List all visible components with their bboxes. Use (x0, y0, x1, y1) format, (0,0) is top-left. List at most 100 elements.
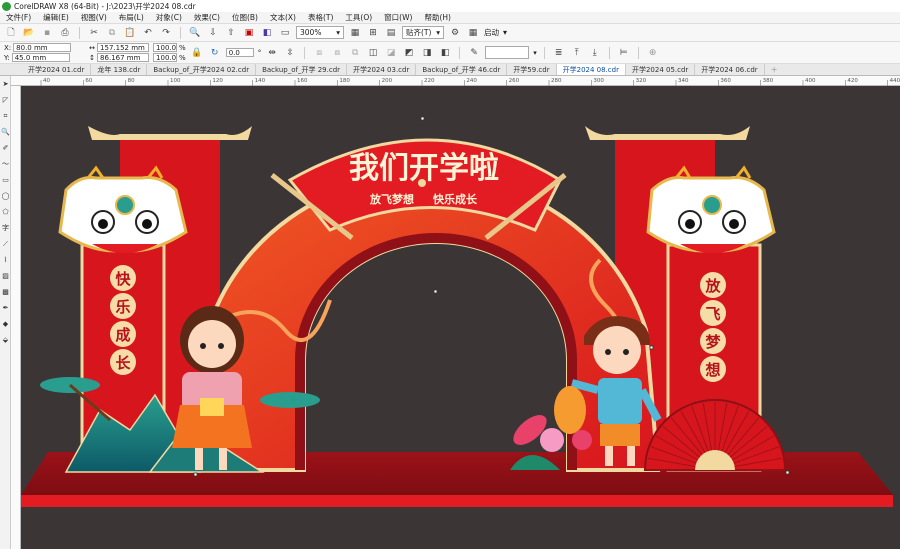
copy-icon[interactable]: ⧉ (105, 26, 119, 40)
menu-text[interactable]: 文本(X) (264, 12, 302, 23)
interactive-fill-icon[interactable]: ◆ (0, 316, 11, 332)
wrap-text-icon[interactable]: ≣ (552, 46, 566, 60)
pick-tool-icon[interactable]: ➤ (0, 76, 11, 92)
combine-icon[interactable]: ◫ (366, 46, 380, 60)
search-content-icon[interactable]: 🔍 (188, 26, 202, 40)
rectangle-tool-icon[interactable]: ▭ (0, 172, 11, 188)
tab-document[interactable]: Backup_of_开学2024 02.cdr (147, 64, 257, 75)
tab-document[interactable]: Backup_of_开学 46.cdr (416, 64, 508, 75)
tab-document[interactable]: 开学2024 06.cdr (695, 64, 765, 75)
lock-ratio-icon[interactable]: 🔒 (190, 46, 204, 60)
polygon-tool-icon[interactable]: ⬠ (0, 204, 11, 220)
mirror-vertical-icon[interactable]: ⇳ (283, 46, 297, 60)
design-artwork[interactable]: 我们开学啦 放飞梦想 快乐成长 快 乐 成 长 放 飞 梦 想 (21, 86, 900, 549)
save-icon[interactable]: ▪ (40, 26, 54, 40)
rotation-input[interactable]: 0.0 (225, 48, 254, 57)
ungroup-all-icon[interactable]: ⧉ (348, 46, 362, 60)
menu-layout[interactable]: 布局(L) (113, 12, 150, 23)
open-folder-icon[interactable]: 📂 (22, 26, 36, 40)
tab-document-active[interactable]: 开学2024 08.cdr (556, 64, 626, 75)
full-screen-icon[interactable]: ▭ (278, 26, 292, 40)
pan-icon[interactable]: ▦ (348, 26, 362, 40)
y-position-input[interactable]: 45.0 mm (11, 53, 70, 62)
drawing-canvas[interactable]: 我们开学啦 放飞梦想 快乐成长 快 乐 成 长 放 飞 梦 想 (21, 86, 900, 549)
intersect-icon[interactable]: ◧ (438, 46, 452, 60)
gear-icon[interactable]: ⚙ (448, 26, 462, 40)
ungroup-icon[interactable]: ⧇ (330, 46, 344, 60)
toolbox: ➤ ◸ ⌗ 🔍 ✐ 〜 ▭ ◯ ⬠ 字 ⟋ ⌇ ▨ ▩ ✒ ◆ ⬙ (0, 76, 11, 549)
rulers-icon[interactable]: ⊞ (366, 26, 380, 40)
width-input[interactable]: 157.152 mm (97, 43, 150, 52)
outline-width-combo[interactable] (485, 46, 530, 59)
cut-icon[interactable]: ✂ (87, 26, 101, 40)
weld-icon[interactable]: ◩ (402, 46, 416, 60)
zoom-tool-icon[interactable]: 🔍 (0, 124, 11, 140)
menu-table[interactable]: 表格(T) (302, 12, 339, 23)
publish-pdf-icon[interactable]: ▣ (242, 26, 256, 40)
crop-tool-icon[interactable]: ⌗ (0, 108, 11, 124)
tab-document[interactable]: 开学2024 01.cdr (22, 64, 92, 75)
scale-x-input[interactable]: 100.0 (153, 43, 178, 52)
height-input[interactable]: 86.167 mm (97, 53, 150, 62)
chevron-down-icon[interactable]: ▾ (533, 49, 537, 57)
tab-document[interactable]: 开学59.cdr (507, 64, 557, 75)
menu-file[interactable]: 文件(F) (0, 12, 37, 23)
artistic-media-icon[interactable]: 〜 (0, 156, 11, 172)
mirror-horizontal-icon[interactable]: ⇹ (265, 46, 279, 60)
new-document-icon[interactable]: 🗋 (4, 26, 18, 40)
menu-help[interactable]: 帮助(H) (418, 12, 457, 23)
trim-icon[interactable]: ◨ (420, 46, 434, 60)
menu-tools[interactable]: 工具(O) (339, 12, 378, 23)
x-position-input[interactable]: 80.0 mm (13, 43, 72, 52)
redo-icon[interactable]: ↷ (159, 26, 173, 40)
tab-document[interactable]: 龙年 138.cdr (91, 64, 148, 75)
ellipse-tool-icon[interactable]: ◯ (0, 188, 11, 204)
menu-edit[interactable]: 编辑(E) (37, 12, 75, 23)
menu-bar: 文件(F) 编辑(E) 视图(V) 布局(L) 对象(C) 效果(C) 位图(B… (0, 12, 900, 24)
connector-tool-icon[interactable]: ⌇ (0, 252, 11, 268)
eyedropper-icon[interactable]: ✒ (0, 300, 11, 316)
drop-shadow-icon[interactable]: ▨ (0, 268, 11, 284)
toolbar-divider (637, 46, 639, 59)
window-title: CorelDRAW X8 (64-Bit) - J:\2023\开学2024 0… (14, 1, 196, 11)
export-icon[interactable]: ⇧ (224, 26, 238, 40)
add-icon[interactable]: ⊕ (646, 46, 660, 60)
tab-document[interactable]: Backup_of_开学 29.cdr (256, 64, 348, 75)
import-icon[interactable]: ⇩ (206, 26, 220, 40)
outline-pen-icon[interactable]: ✎ (467, 46, 481, 60)
paste-icon[interactable]: 📋 (123, 26, 137, 40)
grid-icon[interactable]: ▤ (384, 26, 398, 40)
zoom-level-combo[interactable]: 300% ▾ (296, 26, 344, 39)
print-icon[interactable]: ⎙ (58, 26, 72, 40)
menu-view[interactable]: 视图(V) (75, 12, 113, 23)
transparency-icon[interactable]: ▩ (0, 284, 11, 300)
snap-to-combo[interactable]: 贴齐(T) ▾ (402, 26, 444, 39)
smart-fill-icon[interactable]: ⬙ (0, 332, 11, 348)
menu-bitmaps[interactable]: 位图(B) (226, 12, 264, 23)
parallel-dimension-icon[interactable]: ⟋ (0, 236, 11, 252)
menu-effects[interactable]: 效果(C) (188, 12, 226, 23)
to-front-icon[interactable]: ⤒ (570, 46, 584, 60)
group-icon[interactable]: ⧈ (312, 46, 326, 60)
freehand-tool-icon[interactable]: ✐ (0, 140, 11, 156)
shape-tool-icon[interactable]: ◸ (0, 92, 11, 108)
tab-document[interactable]: 开学2024 05.cdr (626, 64, 696, 75)
align-distribute-icon[interactable]: ⊨ (617, 46, 631, 60)
application-launcher-icon[interactable]: ▦ (466, 26, 480, 40)
menu-object[interactable]: 对象(C) (150, 12, 188, 23)
text-tool-icon[interactable]: 字 (0, 220, 11, 236)
to-back-icon[interactable]: ⤓ (588, 46, 602, 60)
break-apart-icon[interactable]: ◪ (384, 46, 398, 60)
chevron-down-icon[interactable]: ▾ (503, 28, 507, 37)
horizontal-ruler[interactable]: 40 60 80 100 120 140 160 180 200 220 240 260 280 300 3… (11, 76, 900, 86)
tab-document[interactable]: 开学2024 03.cdr (347, 64, 417, 75)
property-bar: X: 80.0 mm Y: 45.0 mm ↔ 157.152 mm ↕ 86.167 … (0, 42, 900, 64)
launch-label[interactable]: 启动 (484, 27, 499, 38)
menu-window[interactable]: 窗口(W) (378, 12, 418, 23)
undo-icon[interactable]: ↶ (141, 26, 155, 40)
scale-y-input[interactable]: 100.0 (153, 53, 178, 62)
vertical-ruler[interactable] (11, 86, 21, 549)
launcher-icon[interactable]: ◧ (260, 26, 274, 40)
rotate-icon[interactable]: ↻ (208, 46, 222, 60)
add-tab-button[interactable]: ＋ (765, 64, 784, 75)
